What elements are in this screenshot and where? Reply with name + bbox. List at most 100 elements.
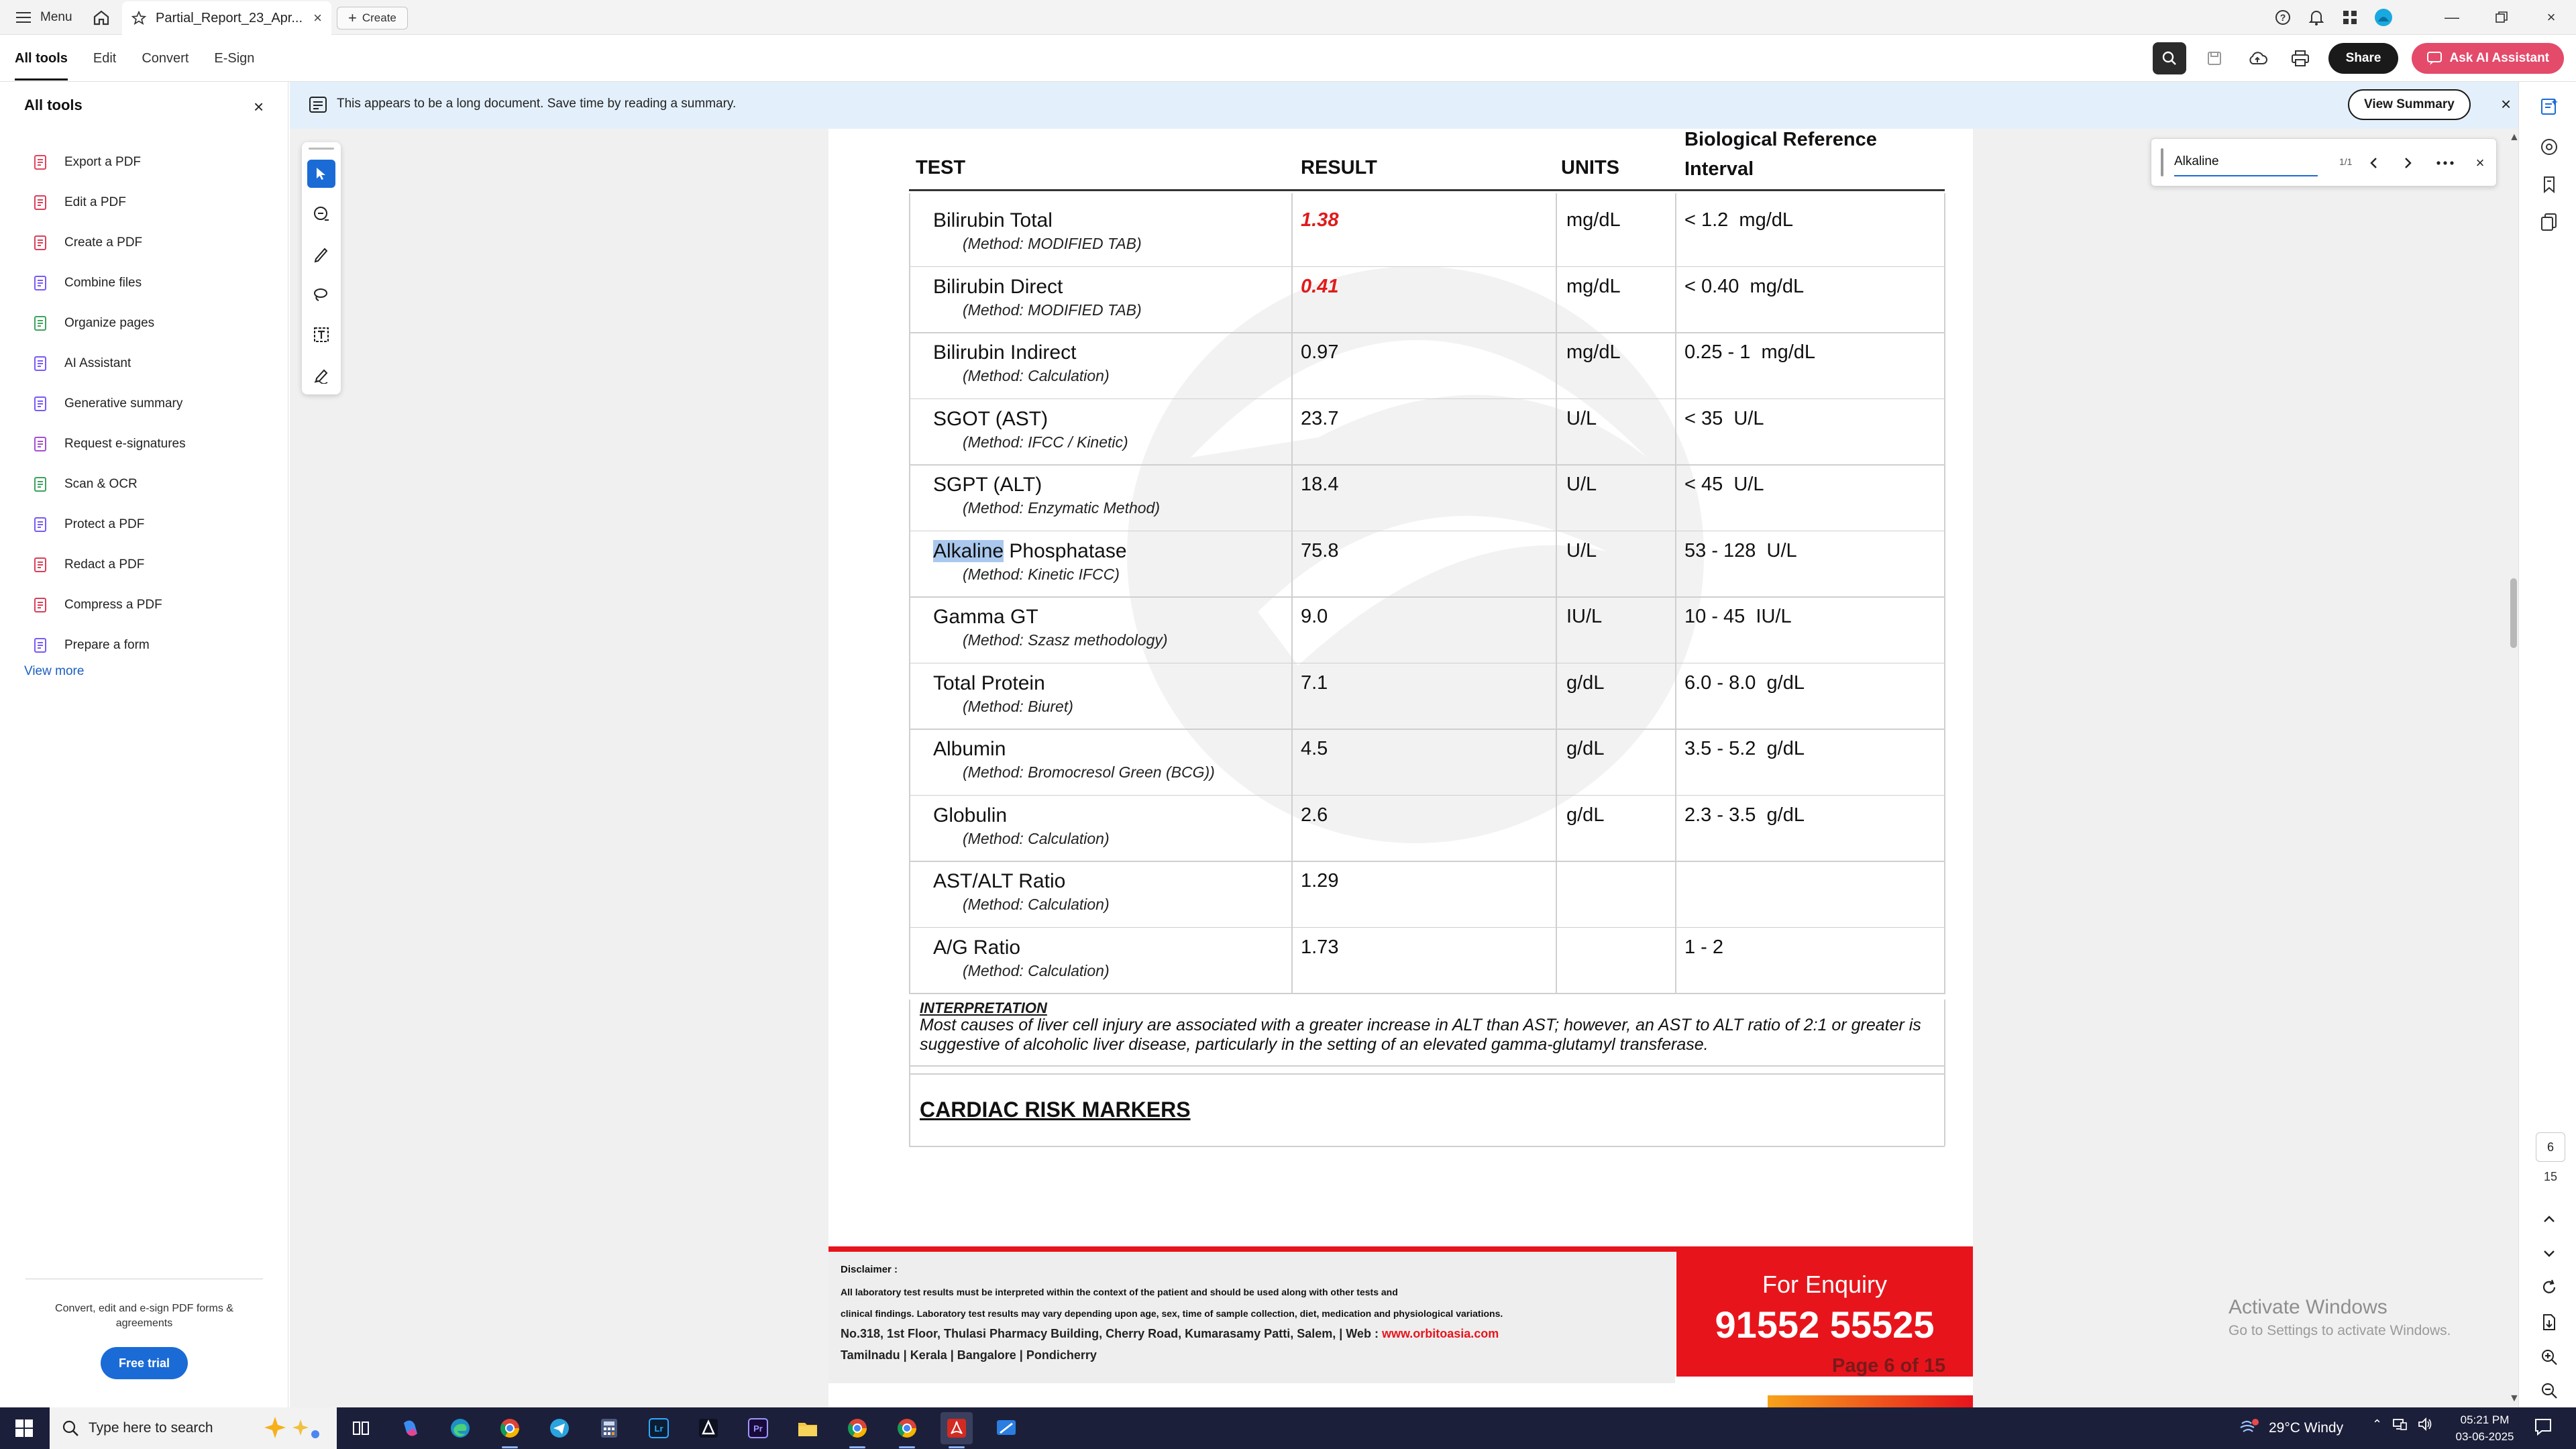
file-explorer-icon[interactable] <box>792 1412 824 1444</box>
network-icon[interactable] <box>2392 1417 2408 1432</box>
edge-icon[interactable] <box>444 1412 476 1444</box>
tool-item-request-e-signatures[interactable]: Request e-signatures <box>32 424 274 464</box>
zoom-in-icon[interactable] <box>2539 1347 2559 1367</box>
sign-tool-icon[interactable] <box>307 361 335 389</box>
draw-lasso-icon[interactable] <box>307 280 335 309</box>
search-button[interactable] <box>2152 42 2186 74</box>
save-copy-icon[interactable] <box>2539 1312 2559 1332</box>
tab-e-sign[interactable]: E-Sign <box>214 51 254 66</box>
find-more-options-icon[interactable] <box>2436 154 2455 172</box>
comments-panel-icon[interactable] <box>2539 137 2559 157</box>
free-trial-button[interactable]: Free trial <box>101 1347 188 1379</box>
chrome-icon[interactable] <box>494 1412 526 1448</box>
comment-tool-icon[interactable] <box>307 200 335 228</box>
tool-item-organize-pages[interactable]: Organize pages <box>32 303 274 343</box>
find-next-icon[interactable] <box>2398 154 2417 172</box>
bell-icon[interactable] <box>2300 0 2333 35</box>
restore-button[interactable] <box>2477 0 2526 35</box>
highlight-pen-icon[interactable] <box>307 240 335 268</box>
unit-value: mg/dL <box>1566 209 1621 231</box>
start-button[interactable] <box>0 1407 48 1449</box>
copilot-icon[interactable] <box>394 1412 427 1444</box>
chevron-down-icon[interactable] <box>2539 1244 2559 1264</box>
tool-item-create-a-pdf[interactable]: Create a PDF <box>32 223 274 263</box>
premiere-pro-icon[interactable]: Pr <box>742 1412 774 1444</box>
menu-button[interactable]: Menu <box>9 5 79 30</box>
tool-item-label: Organize pages <box>64 316 155 330</box>
find-input[interactable] <box>2174 148 2318 176</box>
tool-item-edit-a-pdf[interactable]: Edit a PDF <box>32 182 274 223</box>
tab-edit[interactable]: Edit <box>93 51 116 66</box>
export-pdf-icon <box>32 154 50 171</box>
result-value: 1.73 <box>1301 936 1339 958</box>
acrobat-icon[interactable] <box>941 1412 973 1448</box>
tool-item-prepare-a-form[interactable]: Prepare a form <box>32 625 274 665</box>
generative-summary-icon[interactable] <box>2539 97 2559 117</box>
tab-convert[interactable]: Convert <box>142 51 189 66</box>
find-drag-handle[interactable] <box>2161 148 2163 176</box>
upload-cloud-icon[interactable] <box>2243 44 2272 73</box>
star-icon[interactable] <box>131 11 146 25</box>
activate-windows-title: Activate Windows <box>2229 1296 2387 1318</box>
bookmarks-icon[interactable] <box>2539 174 2559 195</box>
pdf-page: TEST RESULT UNITS Biological Reference I… <box>828 129 1973 1407</box>
inkscape-icon[interactable] <box>692 1412 724 1444</box>
close-panel-icon[interactable]: × <box>254 97 264 117</box>
document-tab[interactable]: Partial_Report_23_Apr... × <box>122 1 331 35</box>
minimize-button[interactable]: — <box>2427 0 2477 35</box>
document-viewer[interactable]: TEST RESULT UNITS Biological Reference I… <box>290 129 2518 1407</box>
find-previous-icon[interactable] <box>2365 154 2383 172</box>
task-view-icon[interactable] <box>345 1412 377 1444</box>
test-name-text: Alkaline <box>933 539 1004 562</box>
tool-item-export-a-pdf[interactable]: Export a PDF <box>32 142 274 182</box>
avatar[interactable] <box>2367 0 2400 35</box>
website-link[interactable]: www.orbitoasia.com <box>1382 1327 1499 1340</box>
chevron-up-icon[interactable] <box>2539 1209 2559 1229</box>
apps-grid-icon[interactable] <box>2333 0 2367 35</box>
close-window-button[interactable]: × <box>2526 0 2576 35</box>
tab-all-tools[interactable]: All tools <box>15 37 68 80</box>
zoom-out-icon[interactable] <box>2539 1381 2559 1401</box>
tool-item-combine-files[interactable]: Combine files <box>32 263 274 303</box>
notification-center-icon[interactable] <box>2533 1417 2553 1440</box>
calculator-icon[interactable] <box>593 1412 625 1444</box>
save-icon[interactable] <box>2200 44 2229 73</box>
tool-item-redact-a-pdf[interactable]: Redact a PDF <box>32 545 274 585</box>
page-thumbnails-icon[interactable] <box>2539 212 2559 232</box>
telegram-icon[interactable] <box>543 1412 576 1444</box>
tool-item-compress-a-pdf[interactable]: Compress a PDF <box>32 585 274 625</box>
test-method: (Method: Calculation) <box>963 896 1110 913</box>
tab-close-icon[interactable]: × <box>313 9 322 27</box>
tool-item-generative-summary[interactable]: Generative summary <box>32 384 274 424</box>
share-button[interactable]: Share <box>2328 43 2399 74</box>
paint-icon[interactable] <box>990 1412 1022 1444</box>
chrome-profile-icon[interactable] <box>891 1412 923 1448</box>
drag-handle[interactable] <box>309 148 334 150</box>
lightroom-icon[interactable]: Lr <box>643 1412 675 1444</box>
tool-item-protect-a-pdf[interactable]: Protect a PDF <box>32 504 274 545</box>
chrome-profile-icon[interactable] <box>841 1412 873 1448</box>
taskbar-search-box[interactable]: Type here to search <box>50 1407 337 1449</box>
home-button[interactable] <box>89 5 114 30</box>
weather-widget[interactable]: 29°C Windy <box>2238 1418 2343 1438</box>
tool-item-ai-assistant[interactable]: AI Assistant <box>32 343 274 384</box>
vertical-scrollbar-thumb[interactable] <box>2510 578 2517 648</box>
select-tool-icon[interactable] <box>307 160 335 188</box>
banner-close-icon[interactable]: × <box>2501 94 2511 115</box>
taskbar-clock[interactable]: 05:21 PM 03-06-2025 <box>2445 1411 2525 1445</box>
tray-overflow-icon[interactable]: ⌃ <box>2372 1417 2382 1432</box>
current-page-input[interactable]: 6 <box>2536 1132 2565 1162</box>
volume-icon[interactable] <box>2417 1417 2433 1432</box>
unit-value: mg/dL <box>1566 275 1621 297</box>
help-icon[interactable]: ? <box>2266 0 2300 35</box>
view-more-link[interactable]: View more <box>24 664 84 679</box>
tool-item-scan-ocr[interactable]: Scan & OCR <box>32 464 274 504</box>
view-summary-button[interactable]: View Summary <box>2348 89 2471 120</box>
text-box-tool-icon[interactable] <box>307 321 335 349</box>
refresh-icon[interactable] <box>2539 1277 2559 1297</box>
find-close-icon[interactable]: × <box>2471 154 2489 172</box>
create-button[interactable]: + Create <box>337 7 408 30</box>
ask-ai-assistant-button[interactable]: Ask AI Assistant <box>2412 43 2564 74</box>
organize-pages-icon <box>32 315 50 332</box>
print-icon[interactable] <box>2286 44 2315 73</box>
